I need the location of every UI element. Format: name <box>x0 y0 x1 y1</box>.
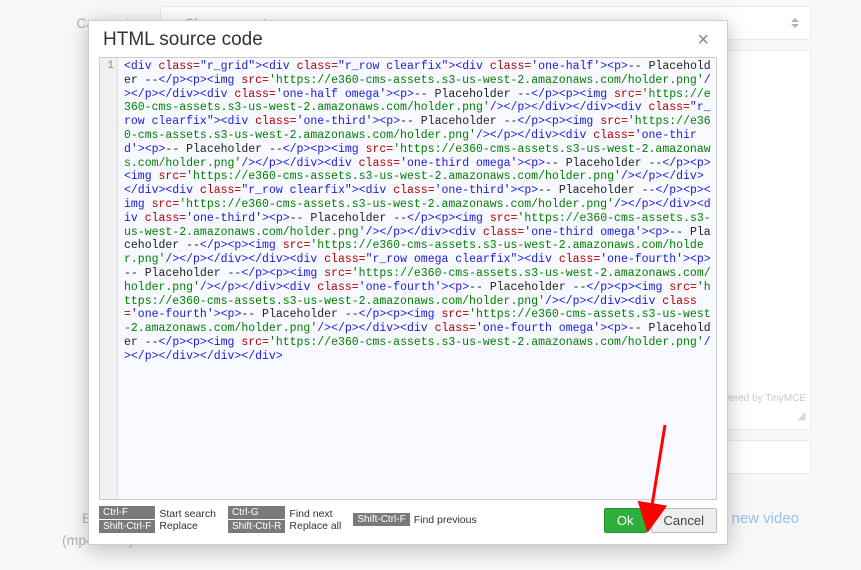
source-code-editor[interactable]: 1 <div class="r_grid"><div class="r_row … <box>99 57 717 500</box>
shortcut-find-previous: Find previous <box>412 514 477 526</box>
shortcut-replace-all: Replace all <box>287 520 341 532</box>
line-number: 1 <box>100 60 114 73</box>
modal-header: HTML source code × <box>89 21 727 57</box>
cancel-button[interactable]: Cancel <box>651 508 717 533</box>
kbd-shift-ctrl-f: Shift-Ctrl-F <box>99 520 155 533</box>
modal-title: HTML source code <box>103 29 263 51</box>
kbd-ctrl-g: Ctrl-G <box>228 506 285 519</box>
code-content[interactable]: <div class="r_grid"><div class="r_row cl… <box>118 58 716 499</box>
line-gutter: 1 <box>100 58 118 499</box>
ok-button[interactable]: Ok <box>604 508 647 533</box>
shortcut-search: Ctrl-F Shift-Ctrl-F Start search Replace <box>99 506 216 534</box>
kbd-shift-ctrl-f-2: Shift-Ctrl-F <box>353 513 409 526</box>
html-source-modal: HTML source code × 1 <div class="r_grid"… <box>88 20 728 545</box>
kbd-ctrl-f: Ctrl-F <box>99 506 155 519</box>
shortcut-replace: Replace <box>157 520 216 532</box>
shortcut-start-search: Start search <box>157 508 216 520</box>
close-icon[interactable]: × <box>693 30 713 50</box>
shortcut-find-next: Find next <box>287 508 341 520</box>
modal-footer: Ctrl-F Shift-Ctrl-F Start search Replace… <box>89 500 727 544</box>
shortcut-find-prev: Shift-Ctrl-F Find previous <box>353 513 476 527</box>
kbd-shift-ctrl-r: Shift-Ctrl-R <box>228 520 285 533</box>
shortcut-find: Ctrl-G Shift-Ctrl-R Find next Replace al… <box>228 506 341 534</box>
